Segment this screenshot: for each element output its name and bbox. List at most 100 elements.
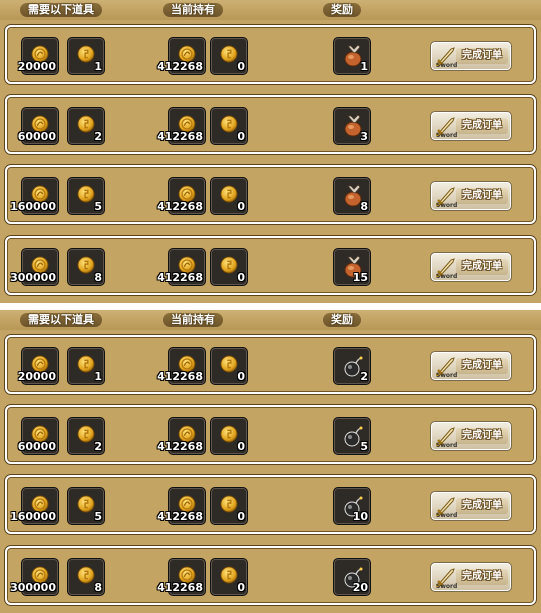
complete-order-button[interactable]: Sword 完成订单 [430, 351, 512, 381]
token-coin-icon [220, 115, 238, 133]
item-quantity: 0 [237, 370, 245, 383]
complete-order-label: 完成订单 [462, 360, 502, 371]
reward-quantity: 10 [352, 510, 368, 523]
token-coin-icon [220, 355, 238, 373]
complete-order-button[interactable]: Sword 完成订单 [430, 41, 512, 71]
complete-order-button[interactable]: Sword 完成订单 [430, 252, 512, 282]
reward-quantity: 3 [360, 130, 368, 143]
token-coin-icon [220, 45, 238, 63]
required-gold-slot: 20000 [18, 347, 59, 385]
order-row: 300000 8 412268 0 15 Sword 完成订单 [5, 236, 536, 295]
order-row: 160000 5 412268 0 8 Sword 完成订单 [5, 165, 536, 224]
item-quantity: 0 [237, 271, 245, 284]
token-coin-icon [77, 45, 95, 63]
sword-tag-label: Sword [436, 583, 458, 590]
complete-order-label: 完成订单 [462, 261, 502, 272]
item-quantity: 412268 [157, 581, 203, 594]
item-quantity: 60000 [17, 440, 56, 453]
reward-slot: 8 [333, 177, 371, 215]
token-coin-icon [220, 185, 238, 203]
item-quantity: 412268 [157, 271, 203, 284]
reward-slot: 20 [333, 558, 371, 596]
reward-quantity: 5 [360, 440, 368, 453]
header-reward: 奖励 [323, 3, 361, 17]
sword-tag-label: Sword [436, 512, 458, 519]
reward-quantity: 2 [360, 370, 368, 383]
complete-order-button[interactable]: Sword 完成订单 [430, 421, 512, 451]
order-row: 160000 5 412268 0 10 Sword 完成订单 [5, 475, 536, 534]
owned-token-slot: 0 [210, 177, 248, 215]
item-quantity: 1 [94, 60, 102, 73]
item-quantity: 0 [237, 200, 245, 213]
item-quantity: 0 [237, 510, 245, 523]
header-current-holdings: 当前持有 [163, 3, 223, 17]
required-token-slot: 2 [67, 107, 105, 145]
order-row: 60000 2 412268 0 3 Sword 完成订单 [5, 95, 536, 154]
required-token-slot: 8 [67, 248, 105, 286]
token-coin-icon [77, 566, 95, 584]
order-row: 20000 1 412268 0 1 Sword 完成订单 [5, 25, 536, 84]
required-token-slot: 2 [67, 417, 105, 455]
token-coin-icon [77, 425, 95, 443]
owned-gold-slot: 412268 [157, 107, 206, 145]
item-quantity: 412268 [157, 370, 203, 383]
item-quantity: 5 [94, 510, 102, 523]
required-gold-slot: 160000 [10, 487, 59, 525]
reward-slot: 15 [333, 248, 371, 286]
header-required-items: 需要以下道具 [20, 313, 102, 327]
order-panel: 需要以下道具 当前持有 奖励 20000 1 412268 0 1 Sword 完成订单 60000… [0, 0, 541, 303]
required-token-slot: 8 [67, 558, 105, 596]
complete-order-button[interactable]: Sword 完成订单 [430, 111, 512, 141]
complete-order-button[interactable]: Sword 完成订单 [430, 491, 512, 521]
complete-order-label: 完成订单 [462, 120, 502, 131]
reward-quantity: 1 [360, 60, 368, 73]
token-coin-icon [77, 115, 95, 133]
order-row: 20000 1 412268 0 2 Sword 完成订单 [5, 335, 536, 394]
owned-gold-slot: 412268 [157, 37, 206, 75]
panel-header: 需要以下道具 当前持有 奖励 [0, 0, 541, 20]
header-current-holdings: 当前持有 [163, 313, 223, 327]
token-coin-icon [220, 256, 238, 274]
token-coin-icon [77, 185, 95, 203]
required-gold-slot: 300000 [10, 248, 59, 286]
complete-order-button[interactable]: Sword 完成订单 [430, 562, 512, 592]
owned-token-slot: 0 [210, 248, 248, 286]
item-quantity: 412268 [157, 130, 203, 143]
header-required-items: 需要以下道具 [20, 3, 102, 17]
sword-tag-label: Sword [436, 372, 458, 379]
owned-token-slot: 0 [210, 487, 248, 525]
item-quantity: 2 [94, 130, 102, 143]
item-quantity: 412268 [157, 200, 203, 213]
order-row: 300000 8 412268 0 20 Sword 完成订单 [5, 546, 536, 605]
token-coin-icon [220, 495, 238, 513]
complete-order-label: 完成订单 [462, 500, 502, 511]
reward-slot: 2 [333, 347, 371, 385]
complete-order-label: 完成订单 [462, 50, 502, 61]
panel-header: 需要以下道具 当前持有 奖励 [0, 310, 541, 330]
item-quantity: 300000 [10, 581, 56, 594]
required-token-slot: 1 [67, 37, 105, 75]
token-coin-icon [220, 566, 238, 584]
required-token-slot: 1 [67, 347, 105, 385]
sword-tag-label: Sword [436, 442, 458, 449]
item-quantity: 412268 [157, 440, 203, 453]
order-row: 60000 2 412268 0 5 Sword 完成订单 [5, 405, 536, 464]
owned-gold-slot: 412268 [157, 177, 206, 215]
owned-gold-slot: 412268 [157, 248, 206, 286]
owned-token-slot: 0 [210, 417, 248, 455]
reward-slot: 5 [333, 417, 371, 455]
item-quantity: 20000 [17, 60, 56, 73]
sword-tag-label: Sword [436, 202, 458, 209]
item-quantity: 412268 [157, 60, 203, 73]
item-quantity: 0 [237, 130, 245, 143]
required-gold-slot: 60000 [18, 107, 59, 145]
complete-order-button[interactable]: Sword 完成订单 [430, 181, 512, 211]
owned-token-slot: 0 [210, 37, 248, 75]
item-quantity: 5 [94, 200, 102, 213]
item-quantity: 0 [237, 581, 245, 594]
item-quantity: 0 [237, 440, 245, 453]
reward-quantity: 15 [352, 271, 368, 284]
owned-gold-slot: 412268 [157, 558, 206, 596]
complete-order-label: 完成订单 [462, 430, 502, 441]
reward-slot: 1 [333, 37, 371, 75]
